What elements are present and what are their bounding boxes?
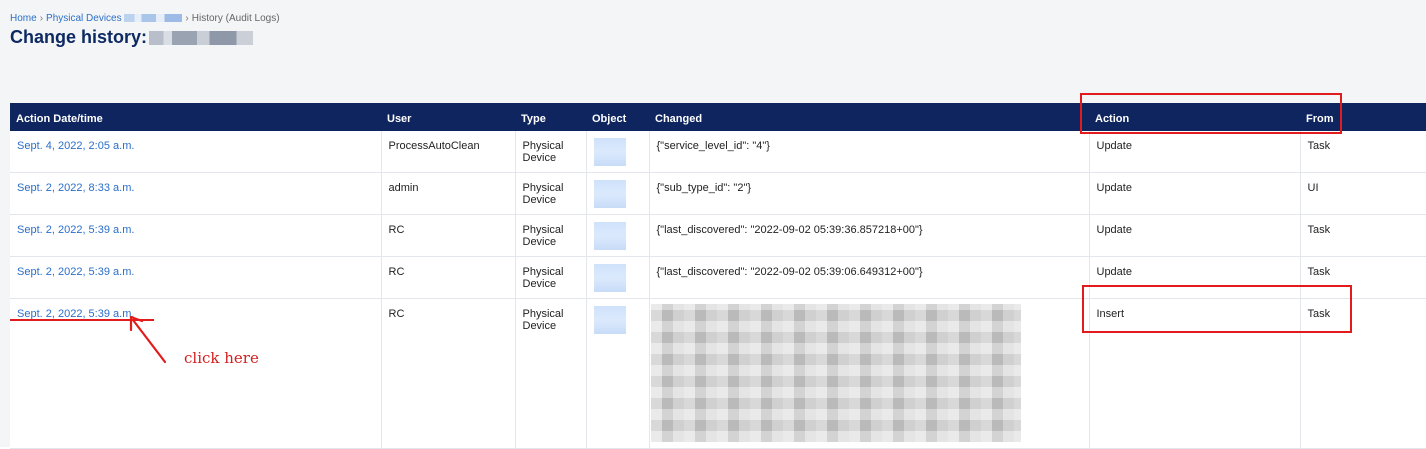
type-cell: Physical Device — [515, 298, 587, 449]
page-title-text: Change history: — [10, 27, 148, 47]
object-redacted[interactable] — [593, 222, 626, 250]
user-cell: RC — [381, 256, 516, 299]
table-row: Sept. 2, 2022, 5:39 a.m. RC Physical Dev… — [10, 214, 1426, 257]
object-redacted[interactable] — [593, 138, 626, 166]
date-link[interactable]: Sept. 2, 2022, 8:33 a.m. — [17, 182, 134, 194]
column-header-date[interactable]: Action Date/time — [10, 103, 381, 131]
type-cell: Physical Device — [515, 172, 587, 215]
action-cell: Update — [1089, 131, 1301, 173]
changed-redacted — [650, 304, 1021, 442]
highlight-box-insert-row — [1082, 285, 1352, 333]
annotation-text: click here — [184, 349, 259, 367]
object-cell — [586, 298, 650, 449]
changed-cell: {"last_discovered": "2022-09-02 05:39:06… — [649, 256, 1090, 299]
object-redacted[interactable] — [593, 180, 626, 208]
date-link[interactable]: Sept. 2, 2022, 5:39 a.m. — [17, 266, 134, 278]
changed-cell: {"service_level_id": "4"} — [649, 131, 1090, 173]
breadcrumb-separator: › — [39, 13, 44, 24]
from-cell: Task — [1300, 214, 1426, 257]
breadcrumb-home-link[interactable]: Home — [10, 13, 37, 24]
date-cell: Sept. 2, 2022, 8:33 a.m. — [10, 172, 382, 215]
breadcrumb-physical-devices-link[interactable]: Physical Devices — [46, 13, 122, 24]
date-cell: Sept. 2, 2022, 5:39 a.m. — [10, 214, 382, 257]
user-cell: admin — [381, 172, 516, 215]
column-header-type[interactable]: Type — [515, 103, 586, 131]
breadcrumb-current: History (Audit Logs) — [191, 13, 280, 24]
object-cell — [586, 256, 650, 299]
date-link[interactable]: Sept. 2, 2022, 5:39 a.m. — [17, 224, 134, 236]
from-cell: UI — [1300, 172, 1426, 215]
table-row: Sept. 2, 2022, 8:33 a.m. admin Physical … — [10, 172, 1426, 215]
date-cell: Sept. 2, 2022, 5:39 a.m. — [10, 298, 382, 449]
date-link[interactable]: Sept. 4, 2022, 2:05 a.m. — [17, 140, 134, 152]
object-cell — [586, 131, 650, 173]
column-header-object[interactable]: Object — [586, 103, 649, 131]
column-header-changed[interactable]: Changed — [649, 103, 1089, 131]
highlight-box-action-from-header — [1080, 93, 1342, 134]
object-redacted[interactable] — [593, 264, 626, 292]
breadcrumb-device-redacted[interactable] — [124, 14, 183, 23]
type-cell: Physical Device — [515, 256, 587, 299]
breadcrumb-separator: › — [185, 13, 189, 24]
object-cell — [586, 214, 650, 257]
table-row: Sept. 4, 2022, 2:05 a.m. ProcessAutoClea… — [10, 131, 1426, 173]
user-cell: RC — [381, 214, 516, 257]
device-name-redacted — [149, 31, 254, 45]
changed-cell — [649, 298, 1090, 449]
history-table: Action Date/time User Type Object Change… — [10, 103, 1426, 449]
action-cell: Update — [1089, 172, 1301, 215]
object-redacted[interactable] — [593, 306, 626, 334]
changed-cell: {"last_discovered": "2022-09-02 05:39:36… — [649, 214, 1090, 257]
from-cell: Task — [1300, 131, 1426, 173]
type-cell: Physical Device — [515, 214, 587, 257]
page-title: Change history: — [10, 27, 254, 48]
date-cell: Sept. 2, 2022, 5:39 a.m. — [10, 256, 382, 299]
column-header-user[interactable]: User — [381, 103, 515, 131]
breadcrumb: Home › Physical Devices › History (Audit Lo… — [10, 13, 280, 24]
date-cell: Sept. 4, 2022, 2:05 a.m. — [10, 131, 382, 173]
user-cell: ProcessAutoClean — [381, 131, 516, 173]
action-cell: Update — [1089, 214, 1301, 257]
user-cell: RC — [381, 298, 516, 449]
annotation-arrow-icon — [129, 315, 167, 364]
page-header: Home › Physical Devices › History (Audit Lo… — [0, 0, 1426, 57]
changed-cell: {"sub_type_id": "2"} — [649, 172, 1090, 215]
object-cell — [586, 172, 650, 215]
type-cell: Physical Device — [515, 131, 587, 173]
